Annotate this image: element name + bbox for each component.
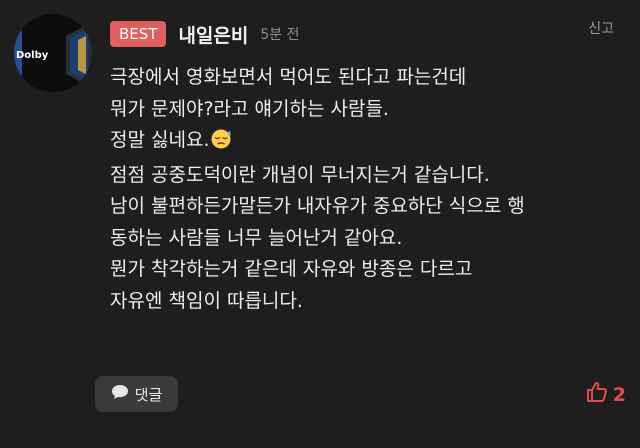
comment-button[interactable]: 댓글 bbox=[95, 376, 178, 412]
post-header: BEST 내일은비 5분 전 bbox=[110, 20, 300, 48]
username[interactable]: 내일은비 bbox=[178, 21, 248, 48]
post-line: 뭐가 문제야?라고 얘기하는 사람들. bbox=[110, 97, 389, 120]
best-badge: BEST bbox=[110, 21, 167, 47]
sad-face-emoji bbox=[210, 127, 234, 160]
post-line-text: 정말 싫네요. bbox=[110, 129, 210, 151]
like-count: 2 bbox=[612, 383, 626, 406]
post-line: 남이 불편하든가말든가 내자유가 중요하단 식으로 행 bbox=[110, 195, 525, 217]
post-line: 뭔가 착각하는거 같은데 자유와 방종은 다르고 bbox=[110, 258, 473, 280]
comment-label: 댓글 bbox=[134, 385, 163, 404]
avatar-logo-text: Dolby bbox=[16, 50, 49, 61]
like-button[interactable]: 2 bbox=[585, 380, 626, 409]
report-button[interactable]: 신고 bbox=[588, 18, 614, 38]
post-line: 정말 싫네요. bbox=[110, 125, 630, 160]
post-line: 동하는 사람들 너무 늘어난거 같아요. bbox=[110, 226, 403, 249]
avatar[interactable]: Dolby bbox=[14, 14, 92, 92]
post-line: 극장에서 영화보면서 먹어도 된다고 파는건데 bbox=[110, 66, 467, 88]
thumbs-up-icon bbox=[585, 380, 609, 409]
speech-bubble-icon bbox=[111, 384, 129, 404]
post-line: 점점 공중도덕이란 개념이 무너지는거 같습니다. bbox=[110, 163, 490, 186]
post-line: 자유엔 책임이 따릅니다. bbox=[110, 289, 303, 312]
post-body: 극장에서 영화보면서 먹어도 된다고 파는건데 뭐가 문제야?라고 얘기하는 사… bbox=[110, 62, 630, 317]
timestamp: 5분 전 bbox=[260, 27, 300, 43]
